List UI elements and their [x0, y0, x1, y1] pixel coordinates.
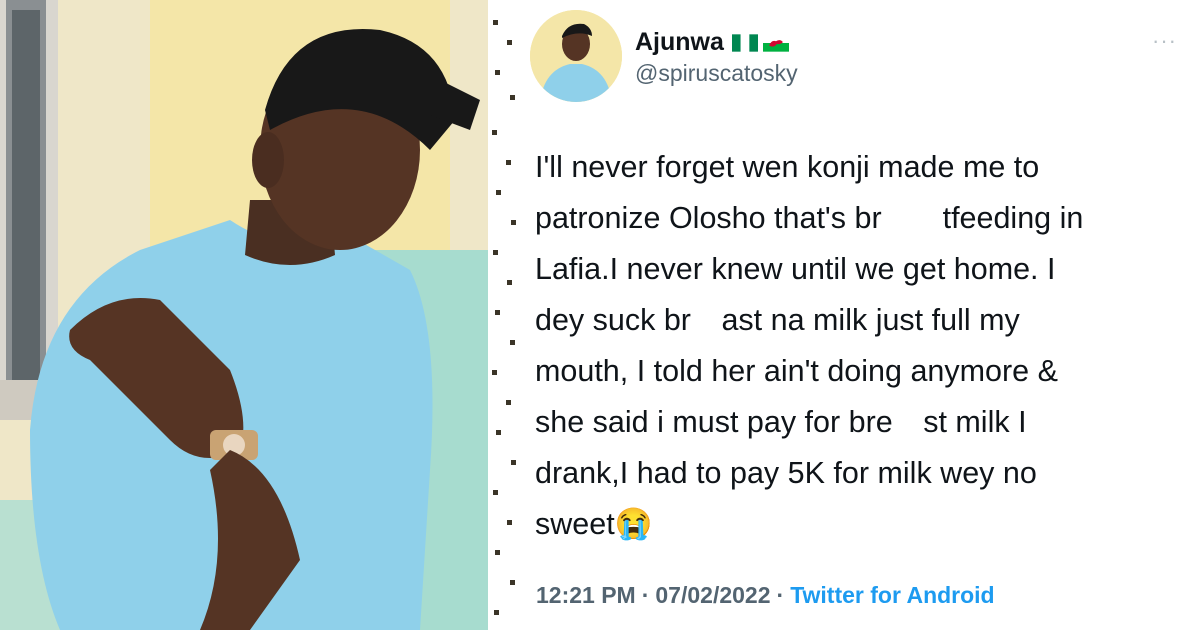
tweet-text: I'll never forget wen konji made me to p… — [535, 150, 1084, 541]
tweet-card: Ajunwa @spiruscatosky ··· I'll never for… — [522, 0, 1199, 630]
person-photo — [0, 0, 522, 630]
tweet-date[interactable]: 07/02/2022 — [655, 582, 770, 609]
tweet-meta: 12:21 PM · 07/02/2022 · Twitter for Andr… — [536, 582, 995, 609]
author-name[interactable]: Ajunwa — [635, 28, 724, 57]
composite-image: Ajunwa @spiruscatosky ··· I'll never for… — [0, 0, 1199, 630]
more-options-icon[interactable]: ··· — [1152, 28, 1177, 54]
author-handle[interactable]: @spiruscatosky — [635, 60, 798, 87]
meta-separator: · — [641, 582, 650, 608]
meta-separator: · — [776, 582, 785, 608]
author-flags — [731, 33, 789, 52]
nigeria-flag-icon — [731, 33, 758, 52]
author-name-row[interactable]: Ajunwa — [635, 28, 789, 57]
wales-flag-icon — [762, 33, 789, 52]
author-avatar[interactable] — [530, 10, 622, 102]
tweet-time[interactable]: 12:21 PM — [536, 582, 636, 609]
tweet-source-link[interactable]: Twitter for Android — [790, 582, 994, 609]
